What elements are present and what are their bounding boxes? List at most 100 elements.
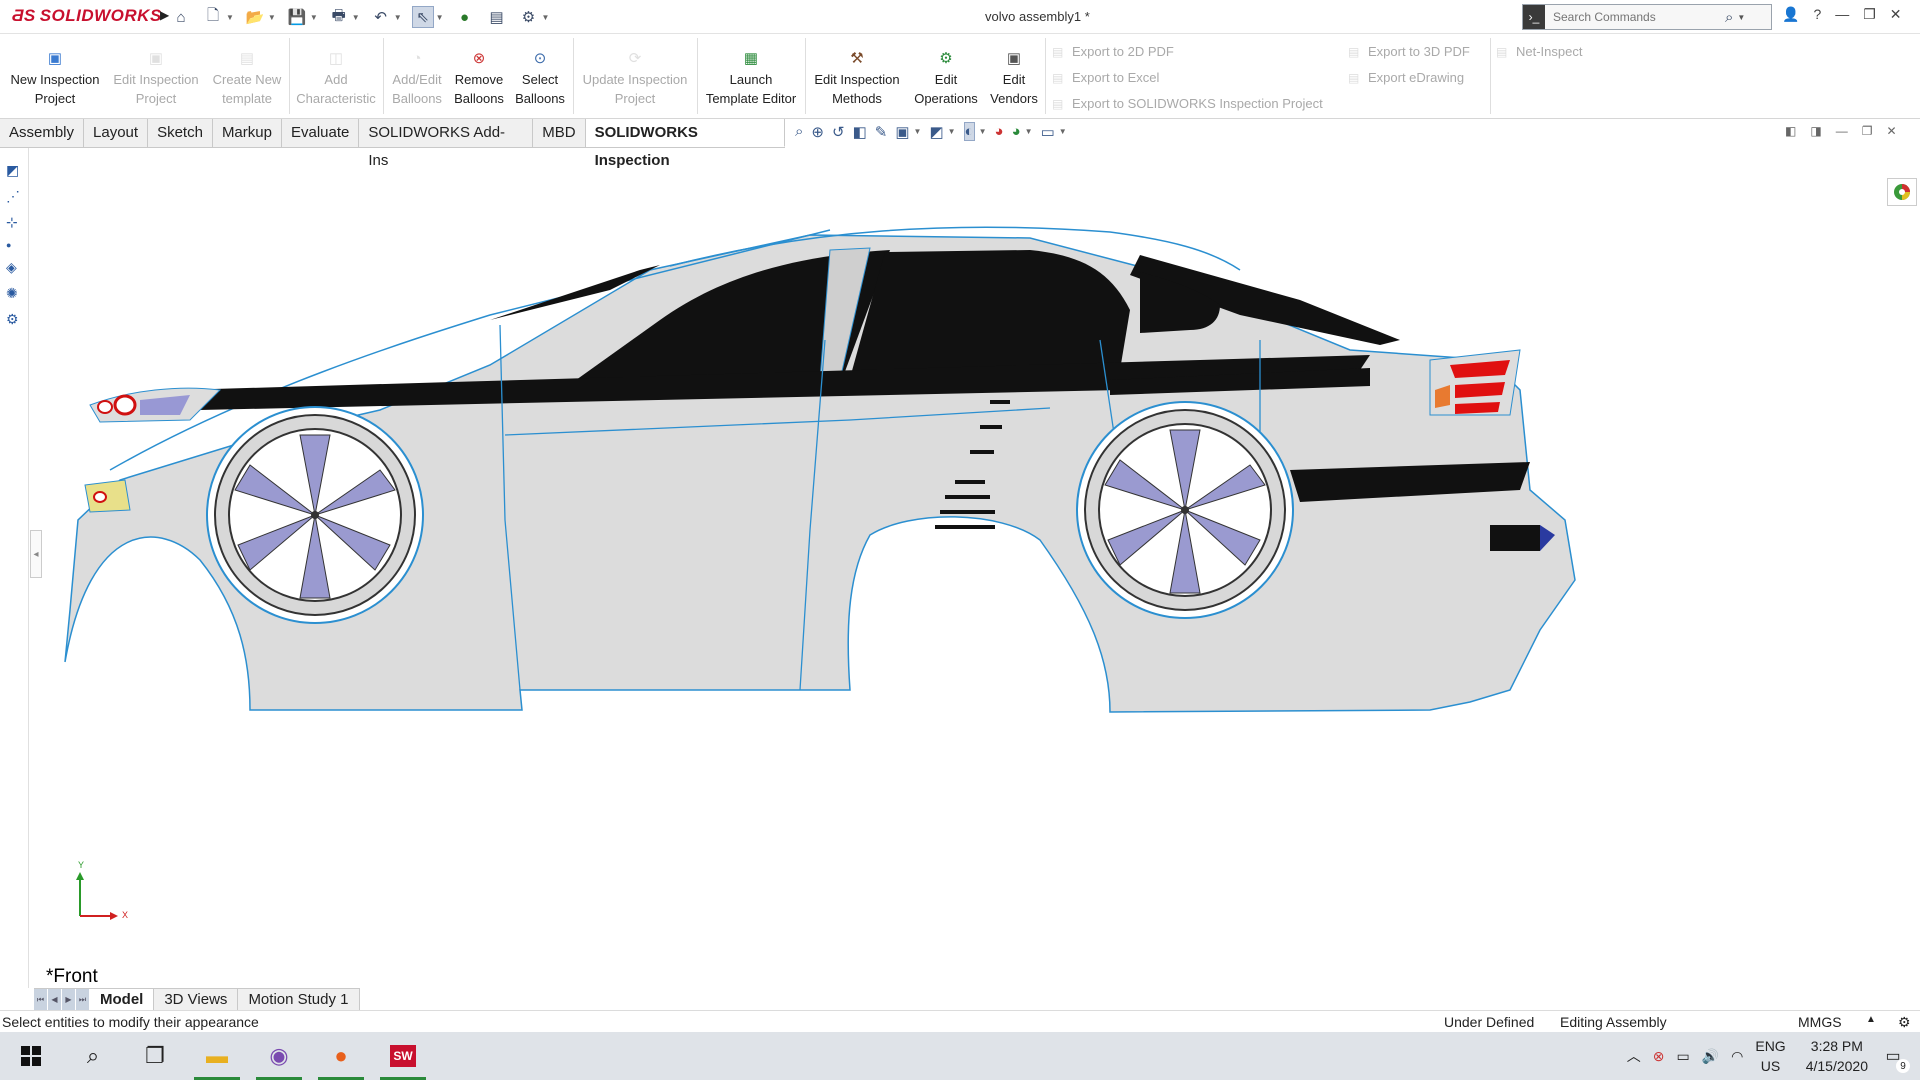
ribbon-divider [1045,38,1046,114]
save-icon[interactable]: 💾 [286,6,308,28]
new-inspection-project-button[interactable]: ▣ New Inspection Project [6,50,104,108]
home-icon[interactable]: ⌂ [170,6,192,28]
car-model-viewport[interactable] [50,190,1900,780]
task-view-icon[interactable]: ❐ [124,1032,186,1080]
tor-browser-icon[interactable]: ◉ [248,1032,310,1080]
file-properties-icon[interactable]: ▤ [486,6,508,28]
undo-icon[interactable]: ↶ [370,6,392,28]
language-indicator[interactable]: ENG US [1755,1036,1785,1076]
print-icon[interactable]: 🖶 [328,6,350,28]
remove-balloons-button[interactable]: ⊗ Remove Balloons [450,50,508,108]
export-edrawing-button[interactable]: ▤ Export eDrawing [1348,70,1464,85]
collapse-left-icon[interactable]: ◧ [1785,124,1796,138]
tab-motion-study-1[interactable]: Motion Study 1 [238,989,360,1010]
edit-operations-button[interactable]: ⚙ Edit Operations [908,50,984,108]
export-3d-pdf-button[interactable]: ▤ Export to 3D PDF [1348,44,1470,59]
edit-inspection-methods-button[interactable]: ⚒ Edit Inspection Methods [810,50,904,108]
minimize-icon[interactable]: — [1836,124,1848,138]
windows-start-icon[interactable] [0,1032,62,1080]
view-settings-icon[interactable]: ▭ [1041,123,1055,141]
select-arrow-icon[interactable]: ⇖ [411,6,434,28]
network-error-icon[interactable]: ⊗ [1653,1048,1665,1065]
tab-3d-views[interactable]: 3D Views [154,989,239,1010]
export-excel-button[interactable]: ▤ Export to Excel [1052,70,1159,85]
export-2d-pdf-button[interactable]: ▤ Export to 2D PDF [1052,44,1174,59]
wifi-icon[interactable]: ◠ [1731,1048,1743,1065]
last-tab-icon[interactable]: ⏭ [76,989,90,1010]
property-manager-icon[interactable]: ⋰ [6,188,20,205]
tab-assembly[interactable]: Assembly [0,119,85,147]
notification-center-icon[interactable]: ▭ 9 [1880,1043,1910,1073]
hide-show-items-icon[interactable]: ◐ [963,122,975,141]
options-gear-icon[interactable]: ⚙ [518,6,540,28]
first-tab-icon[interactable]: ⏮ [34,989,48,1010]
traffic-light-icon[interactable]: ● [454,6,476,28]
configuration-icon[interactable]: ⊹ [6,214,20,231]
export-sw-inspection-button[interactable]: ▤ Export to SOLIDWORKS Inspection Project [1052,96,1323,111]
tab-solidworks-inspection[interactable]: SOLIDWORKS Inspection [585,119,785,169]
launch-template-editor-button[interactable]: ▦ Launch Template Editor [702,50,800,108]
tab-model[interactable]: Model [90,989,155,1010]
close-icon[interactable]: ✕ [1886,124,1896,138]
tab-evaluate[interactable]: Evaluate [282,119,360,147]
rebuild-status-icon[interactable]: ⚙ [1898,1014,1911,1031]
minimize-icon[interactable]: — [1835,6,1849,23]
units-chevron-icon[interactable]: ▲ [1866,1014,1876,1025]
menu-expand-icon[interactable]: ▶ [160,8,169,22]
cam-icon[interactable]: ✺ [6,285,20,302]
dim-xpert-icon[interactable]: ● [6,240,20,250]
create-new-template-button[interactable]: ▤ Create New template [208,50,286,108]
previous-tab-icon[interactable]: ◀ [48,989,62,1010]
zoom-to-fit-icon[interactable]: ⌕ [795,123,803,140]
display-manager-icon[interactable]: ◈ [6,259,20,276]
firefox-icon[interactable]: ● [310,1032,372,1080]
restore-icon[interactable]: ❐ [1862,124,1873,138]
inspection-tree-icon[interactable]: ⚙ [6,311,20,328]
tab-mbd[interactable]: MBD [533,119,586,147]
add-edit-balloons-button[interactable]: ◔ Add/Edit Balloons [388,50,446,108]
add-characteristic-button[interactable]: ◫ Add Characteristic [294,50,378,108]
tab-layout[interactable]: Layout [84,119,149,147]
help-icon[interactable]: ? [1813,6,1821,23]
solidworks-logo[interactable]: ƋS SOLIDWORKS [12,6,162,26]
chevron-down-icon[interactable]: ▼ [1737,13,1745,22]
tab-solidworks-addins[interactable]: SOLIDWORKS Add-Ins [359,119,534,169]
zoom-to-area-icon[interactable]: ⊕ [811,123,824,141]
previous-view-icon[interactable]: ↺ [832,123,845,141]
headlight [89,387,222,423]
restore-icon[interactable]: ❐ [1863,6,1876,23]
edit-vendors-button[interactable]: ▣ Edit Vendors [988,50,1040,108]
battery-icon[interactable]: ▭ [1676,1048,1689,1065]
file-explorer-icon[interactable]: ▬ [186,1032,248,1080]
search-icon[interactable]: ⌕ [1725,9,1733,26]
search-commands-box[interactable]: ›_ ⌕ ▼ [1522,4,1772,30]
clock[interactable]: 3:28 PM 4/15/2020 [1806,1036,1868,1076]
new-document-icon[interactable]: 🗋 [202,6,224,28]
units-selector[interactable]: MMGS [1798,1014,1842,1030]
display-style-icon[interactable]: ◩ [929,123,943,141]
select-balloons-button[interactable]: ⊙ Select Balloons [512,50,568,108]
user-icon[interactable]: 👤 [1782,6,1799,23]
volume-icon[interactable]: 🔊 [1702,1048,1719,1065]
feature-tree-icon[interactable]: ◩ [6,162,20,179]
search-input[interactable] [1545,10,1725,24]
edit-inspection-project-button[interactable]: ▣ Edit Inspection Project [110,50,202,108]
tab-sketch[interactable]: Sketch [148,119,213,147]
collapse-right-icon[interactable]: ◨ [1810,124,1821,138]
panel-collapse-handle[interactable]: ◂ [30,530,42,578]
section-view-icon[interactable]: ◧ [853,123,867,141]
close-icon[interactable]: ✕ [1890,6,1902,23]
net-inspect-button[interactable]: ▤ Net-Inspect [1496,44,1582,59]
update-inspection-project-button[interactable]: ⟳ Update Inspection Project [578,50,692,108]
next-tab-icon[interactable]: ▶ [62,989,76,1010]
apply-scene-icon[interactable]: ◕ [1012,123,1021,140]
open-folder-icon[interactable]: 📂 [244,6,266,28]
dynamic-annotation-icon[interactable]: ✎ [875,123,888,141]
view-orientation-icon[interactable]: ▣ [895,123,909,141]
pdf-3d-icon: ▤ [1348,44,1360,59]
edit-appearance-icon[interactable]: ◕ [995,123,1004,140]
chevron-up-icon[interactable]: ︿ [1627,1046,1641,1066]
solidworks-2020-icon[interactable]: SW [372,1032,434,1080]
search-icon[interactable]: ⌕ [62,1032,124,1080]
tab-markup[interactable]: Markup [213,119,282,147]
